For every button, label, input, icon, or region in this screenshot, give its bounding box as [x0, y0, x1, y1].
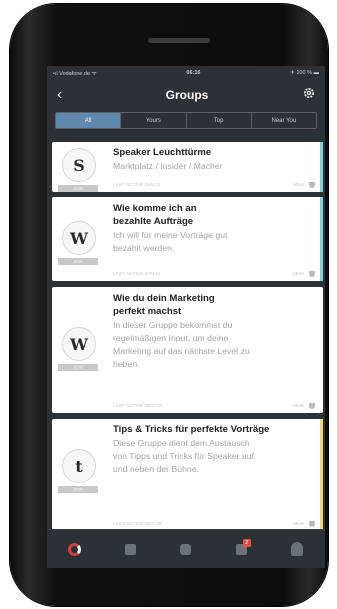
group-avatar-block: t JOIN — [58, 449, 100, 493]
last-active-label: LAST ACTIVE NOV 29 — [113, 403, 162, 409]
group-avatar-block: W JOIN — [58, 327, 100, 371]
group-title-line: bezahlte Aufträge — [113, 216, 194, 227]
groups-logo-icon — [68, 542, 82, 556]
bottom-tab-bar: 2 — [47, 529, 325, 568]
group-card[interactable]: W JOIN Wie du dein Marketing perfekt mac… — [52, 287, 323, 413]
group-card[interactable]: S JOIN Speaker Leuchttürme Marktplatz / … — [52, 142, 323, 192]
chat-bubbles-icon — [124, 543, 136, 555]
more-link[interactable]: More — [293, 404, 304, 409]
tab-chats[interactable] — [120, 539, 140, 559]
tab-notifications[interactable]: 2 — [232, 539, 252, 559]
card-footer: LAST ACTIVE NOV 29 More — [113, 403, 315, 409]
group-avatar: S — [62, 148, 96, 182]
group-avatar: W — [62, 327, 96, 361]
card-accent-stripe — [320, 142, 323, 192]
segment-yours[interactable]: Yours — [121, 113, 187, 128]
status-bar: •ıl Vodafone.de ᯤ 06:16 ✈ 100 % ▬ — [47, 66, 325, 80]
group-title-line: Wie komme ich an — [113, 203, 197, 214]
favorite-cup-icon[interactable] — [309, 271, 315, 277]
group-description-line: In dieser Gruppe bekommst du — [113, 320, 233, 330]
profile-avatar-icon — [291, 542, 304, 556]
phone-frame: •ıl Vodafone.de ᯤ 06:16 ✈ 100 % ▬ ‹ Grou… — [10, 4, 328, 606]
filter-segmented-control: All Yours Top Near You — [55, 112, 317, 129]
card-content: Speaker Leuchttürme Marktplatz / Insider… — [113, 146, 315, 173]
segment-all[interactable]: All — [56, 113, 122, 128]
tab-groups[interactable] — [65, 539, 85, 559]
back-chevron-icon[interactable]: ‹ — [57, 87, 71, 103]
group-title-line: perfekt machst — [113, 306, 182, 317]
join-badge[interactable]: JOIN — [58, 486, 98, 493]
card-content: Wie komme ich an bezahlte Aufträge Ich w… — [113, 202, 315, 255]
group-avatar-block: W JOIN — [58, 221, 100, 265]
carrier-label: •ıl Vodafone.de ᯤ — [53, 71, 97, 77]
nav-bar: ‹ Groups — [47, 80, 325, 110]
group-avatar-block: S JOIN — [58, 148, 100, 192]
favorite-cup-icon[interactable] — [309, 403, 315, 409]
more-link[interactable]: More — [293, 522, 304, 527]
square-app-icon — [180, 543, 192, 555]
group-card[interactable]: W JOIN Wie komme ich an bezahlte Aufträg… — [52, 197, 323, 281]
card-accent-stripe — [320, 197, 323, 281]
group-description-line: heben. — [113, 359, 140, 369]
phone-speaker — [148, 38, 210, 43]
battery-label: ✈ 100 % ▬ — [290, 70, 319, 76]
group-title-line: Tips & Tricks für perfekte Vorträge — [113, 424, 270, 435]
group-description: Marktplatz / Insider / Macher — [113, 161, 223, 171]
group-title-line: Wie du dein Marketing — [113, 293, 215, 304]
group-description-line: und neben der Bühne. — [113, 464, 199, 474]
group-description-line: Marketing auf das nächste Level zu — [113, 346, 250, 356]
card-content: Wie du dein Marketing perfekt machst In … — [113, 292, 315, 371]
last-active-label: LAST ACTIVE JAN 12 — [113, 271, 161, 277]
card-content: Tips & Tricks für perfekte Vorträge Dies… — [113, 423, 315, 476]
favorite-cup-icon[interactable] — [309, 521, 315, 527]
group-title: Speaker Leuchttürme — [113, 147, 212, 158]
join-badge[interactable]: JOIN — [58, 364, 98, 371]
group-description-line: regelmäßigen Input, um deine — [113, 333, 229, 343]
segment-top[interactable]: Top — [187, 113, 252, 128]
notification-badge: 2 — [242, 539, 251, 547]
clock: 06:16 — [186, 70, 201, 76]
card-footer: LAST ACTIVE NOV 29 More — [113, 521, 315, 527]
join-badge[interactable]: JOIN — [58, 258, 98, 265]
group-description-line: Diese Gruppe dient dem Austausch — [113, 438, 250, 448]
segment-near-you[interactable]: Near You — [252, 113, 316, 128]
tab-home[interactable] — [176, 539, 196, 559]
settings-gear-icon[interactable] — [303, 86, 315, 104]
group-description-line: bezahlt werden. — [113, 243, 175, 253]
more-link[interactable]: More — [293, 183, 304, 188]
group-avatar: W — [62, 221, 96, 255]
group-avatar: t — [62, 449, 96, 483]
page-title: Groups — [165, 88, 209, 102]
card-footer: LAST ACTIVE JAN 12 More — [113, 182, 315, 188]
app-screen: •ıl Vodafone.de ᯤ 06:16 ✈ 100 % ▬ ‹ Grou… — [47, 66, 325, 568]
favorite-cup-icon[interactable] — [309, 182, 315, 188]
card-accent-stripe — [320, 419, 323, 531]
group-card[interactable]: t JOIN Tips & Tricks für perfekte Vorträ… — [52, 419, 323, 531]
last-active-label: LAST ACTIVE NOV 29 — [113, 521, 162, 527]
more-link[interactable]: More — [293, 272, 304, 277]
last-active-label: LAST ACTIVE JAN 12 — [113, 182, 161, 188]
group-description-line: Ich will für meine Vorträge gut — [113, 230, 228, 240]
group-description-line: von Tipps und Tricks für Speaker auf — [113, 451, 255, 461]
join-badge[interactable]: JOIN — [58, 185, 98, 192]
tab-profile[interactable] — [287, 539, 307, 559]
card-footer: LAST ACTIVE JAN 12 More — [113, 271, 315, 277]
